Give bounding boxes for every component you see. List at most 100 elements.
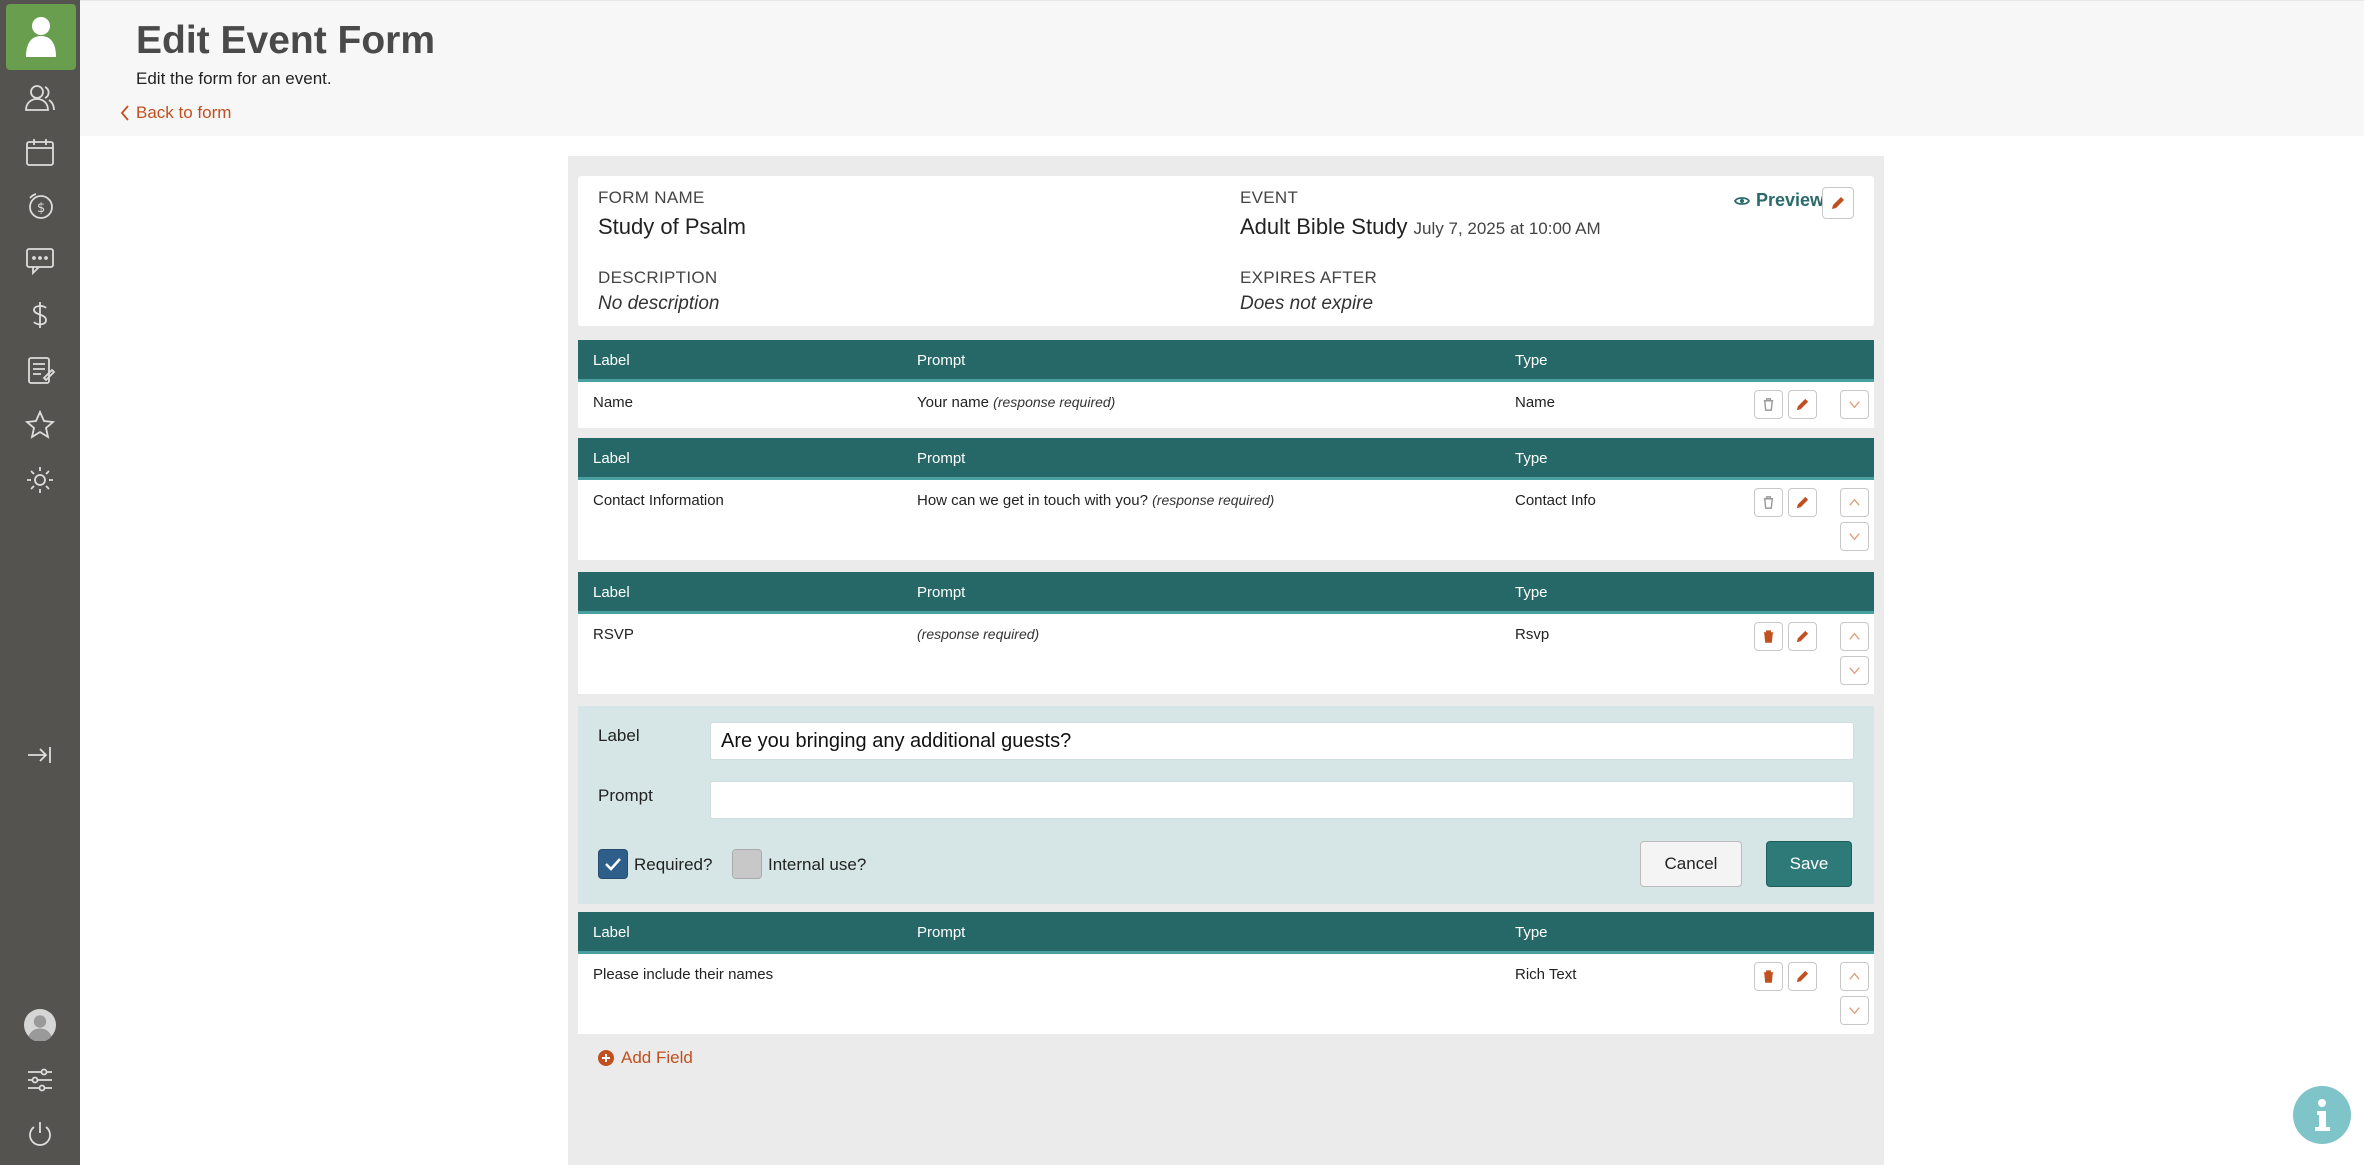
back-to-form-link[interactable]: Back to form bbox=[120, 103, 231, 123]
preview-link[interactable]: Preview bbox=[1734, 190, 1824, 211]
editor-prompt-caption: Prompt bbox=[598, 786, 653, 805]
chevron-down-icon bbox=[1849, 1007, 1860, 1015]
edit-field-button[interactable] bbox=[1788, 962, 1817, 991]
field-header: Label Prompt Type bbox=[578, 340, 1874, 382]
move-up-button[interactable] bbox=[1840, 488, 1869, 517]
column-label: Label bbox=[593, 584, 630, 601]
add-field-label: Add Field bbox=[621, 1048, 693, 1067]
pencil-icon bbox=[1796, 970, 1809, 983]
giving-icon[interactable]: $ bbox=[20, 186, 60, 226]
expires-value: Does not expire bbox=[1240, 293, 1374, 314]
form-editor-panel: FORM NAME Study of Psalm DESCRIPTION No … bbox=[568, 156, 1884, 1165]
move-down-button[interactable] bbox=[1840, 522, 1869, 551]
chevron-left-icon bbox=[120, 105, 129, 121]
eye-icon bbox=[1734, 196, 1750, 205]
pencil-icon bbox=[1796, 630, 1809, 643]
expires-label: EXPIRES AFTER bbox=[1240, 268, 1378, 287]
power-icon[interactable] bbox=[20, 1114, 60, 1154]
field-header: Label Prompt Type bbox=[578, 572, 1874, 614]
delete-field-button[interactable] bbox=[1754, 390, 1783, 419]
plus-circle-icon bbox=[598, 1050, 614, 1066]
internal-use-checkbox[interactable] bbox=[732, 849, 762, 879]
chat-icon[interactable] bbox=[20, 240, 60, 280]
page-title: Edit Event Form bbox=[136, 19, 436, 62]
profile-home-button[interactable] bbox=[6, 4, 76, 70]
form-name-value: Study of Psalm bbox=[598, 214, 746, 239]
field-block-rsvp: Label Prompt Type RSVP (response require… bbox=[578, 572, 1874, 694]
column-prompt: Prompt bbox=[917, 924, 966, 941]
column-type: Type bbox=[1515, 584, 1548, 601]
field-prompt: (response required) bbox=[917, 626, 1039, 643]
required-note: (response required) bbox=[1152, 492, 1275, 508]
forms-icon[interactable] bbox=[20, 350, 60, 390]
back-link-label: Back to form bbox=[136, 103, 232, 122]
required-checkbox[interactable] bbox=[598, 849, 628, 879]
edit-field-button[interactable] bbox=[1788, 390, 1817, 419]
column-type: Type bbox=[1515, 450, 1548, 467]
edit-field-button[interactable] bbox=[1788, 488, 1817, 517]
move-up-button[interactable] bbox=[1840, 622, 1869, 651]
column-type: Type bbox=[1515, 924, 1548, 941]
people-icon[interactable] bbox=[20, 78, 60, 118]
field-label: RSVP bbox=[593, 626, 634, 643]
move-down-button[interactable] bbox=[1840, 996, 1869, 1025]
chevron-down-icon bbox=[1849, 667, 1860, 675]
delete-field-button[interactable] bbox=[1754, 962, 1783, 991]
field-type: Rich Text bbox=[1515, 966, 1577, 983]
edit-form-info-button[interactable] bbox=[1822, 187, 1854, 219]
delete-field-button[interactable] bbox=[1754, 622, 1783, 651]
gear-icon[interactable] bbox=[20, 460, 60, 500]
trash-icon bbox=[1763, 970, 1774, 983]
field-type: Rsvp bbox=[1515, 626, 1550, 643]
required-label: Required? bbox=[634, 855, 713, 874]
form-name-label: FORM NAME bbox=[598, 188, 705, 207]
edit-field-button[interactable] bbox=[1788, 622, 1817, 651]
sliders-icon[interactable] bbox=[20, 1060, 60, 1100]
column-label: Label bbox=[593, 924, 630, 941]
form-info-card: FORM NAME Study of Psalm DESCRIPTION No … bbox=[578, 176, 1874, 326]
delete-field-button[interactable] bbox=[1754, 488, 1783, 517]
column-prompt: Prompt bbox=[917, 450, 966, 467]
chevron-down-icon bbox=[1849, 401, 1860, 409]
column-prompt: Prompt bbox=[917, 352, 966, 369]
field-editor: Label Prompt Required? Internal use? Can… bbox=[578, 706, 1874, 904]
field-header: Label Prompt Type bbox=[578, 912, 1874, 954]
save-button[interactable]: Save bbox=[1766, 841, 1852, 887]
page-header: Edit Event Form Edit the form for an eve… bbox=[80, 0, 2364, 136]
pencil-icon bbox=[1796, 496, 1809, 509]
required-note: (response required) bbox=[917, 626, 1040, 642]
column-prompt: Prompt bbox=[917, 584, 966, 601]
required-note: (response required) bbox=[993, 394, 1116, 410]
prompt-input[interactable] bbox=[710, 781, 1854, 819]
add-field-button[interactable]: Add Field bbox=[598, 1048, 693, 1068]
field-label: Name bbox=[593, 394, 634, 411]
avatar[interactable] bbox=[20, 1005, 60, 1045]
move-up-button[interactable] bbox=[1840, 962, 1869, 991]
description-label: DESCRIPTION bbox=[598, 268, 718, 287]
field-prompt: Your name (response required) bbox=[917, 394, 1116, 411]
info-icon bbox=[2315, 1099, 2330, 1131]
cancel-button[interactable]: Cancel bbox=[1640, 841, 1742, 887]
event-date: July 7, 2025 at 10:00 AM bbox=[1413, 219, 1601, 238]
help-info-button[interactable] bbox=[2293, 1086, 2351, 1144]
expand-sidebar-icon[interactable] bbox=[20, 735, 60, 775]
event-name: Adult Bible Study bbox=[1240, 214, 1408, 239]
person-icon bbox=[26, 17, 56, 57]
pencil-icon bbox=[1832, 197, 1844, 209]
chevron-down-icon bbox=[1849, 533, 1860, 541]
label-input[interactable] bbox=[710, 722, 1854, 760]
chevron-up-icon bbox=[1849, 498, 1860, 506]
move-down-button[interactable] bbox=[1840, 656, 1869, 685]
field-label: Contact Information bbox=[593, 492, 724, 509]
move-down-button[interactable] bbox=[1840, 390, 1869, 419]
star-icon[interactable] bbox=[20, 405, 60, 445]
sidebar: $ bbox=[0, 0, 80, 1165]
column-label: Label bbox=[593, 352, 630, 369]
pencil-icon bbox=[1796, 398, 1809, 411]
event-label: EVENT bbox=[1240, 188, 1299, 207]
field-type: Contact Info bbox=[1515, 492, 1596, 509]
checkmark-icon bbox=[605, 858, 621, 871]
calendar-icon[interactable] bbox=[20, 132, 60, 172]
dollar-icon[interactable] bbox=[20, 295, 60, 335]
field-block-contact: Label Prompt Type Contact Information Ho… bbox=[578, 438, 1874, 560]
